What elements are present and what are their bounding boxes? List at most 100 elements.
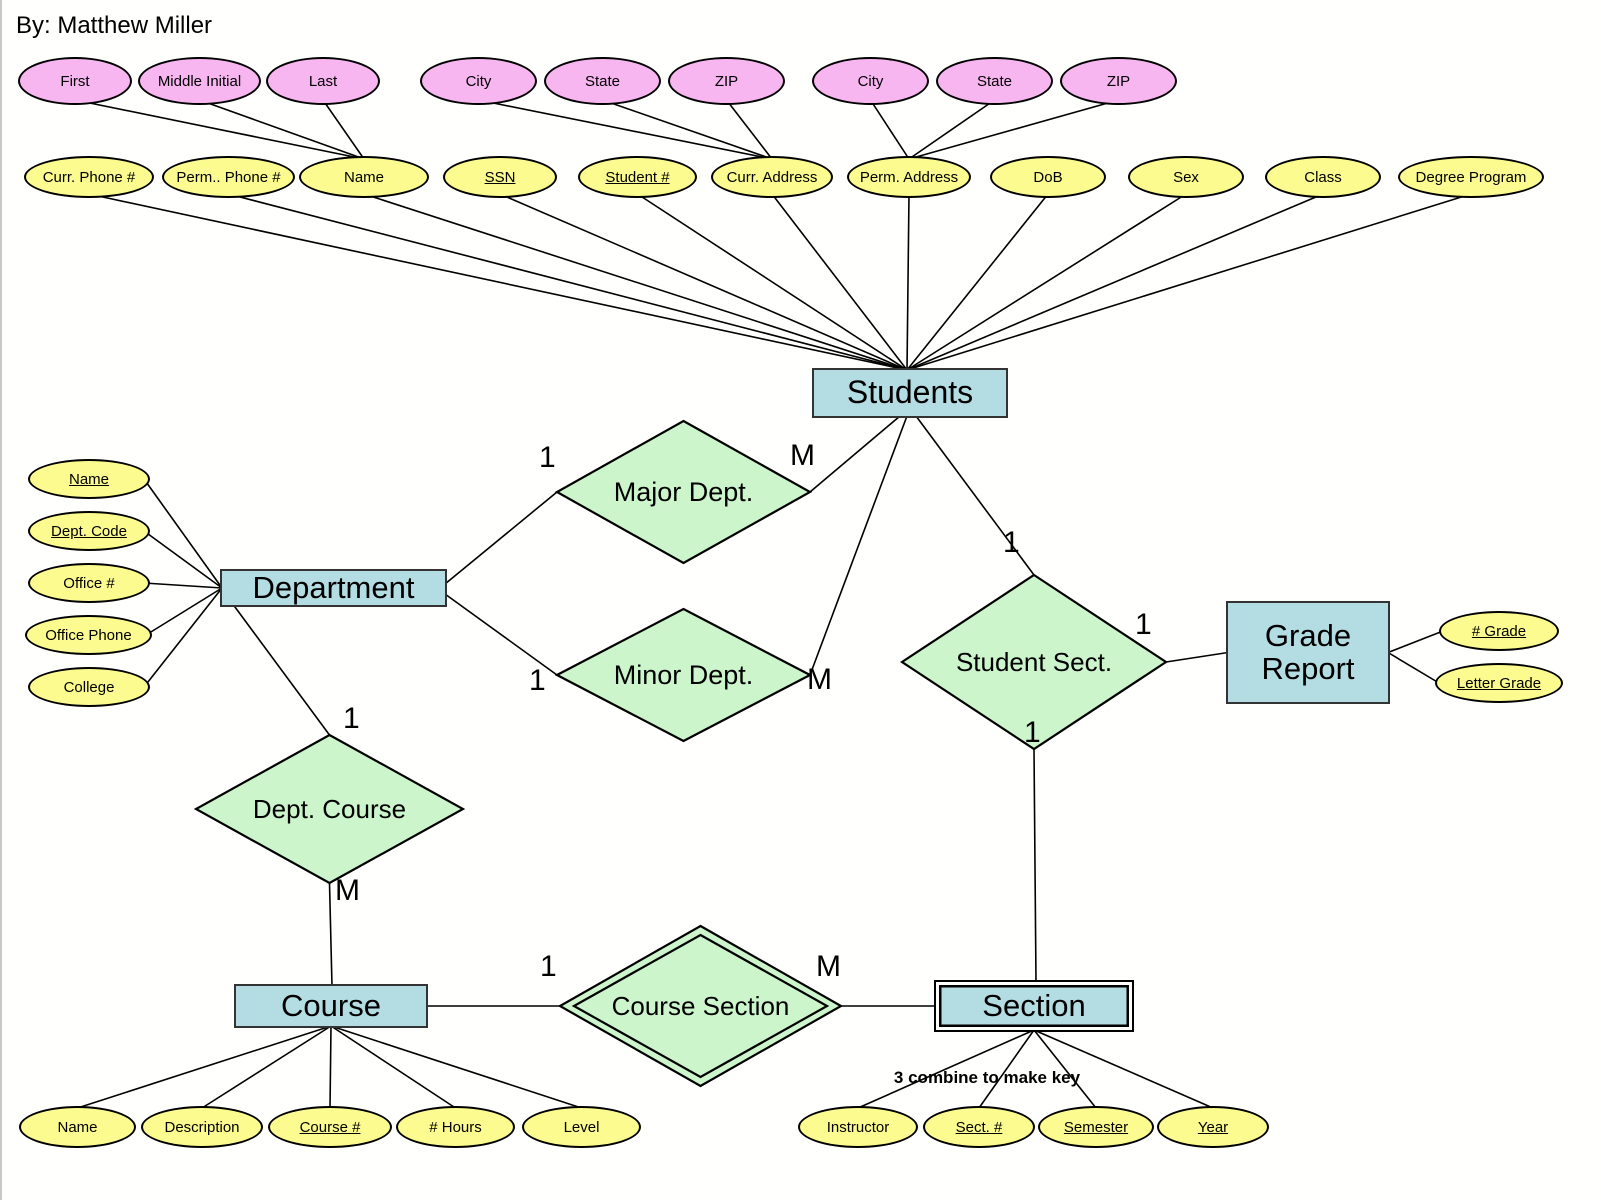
entity-course: Course [234, 984, 428, 1028]
attribute-perm-state: State [936, 57, 1053, 105]
attribute-label: ZIP [714, 72, 739, 90]
entity-label: Section [982, 987, 1086, 1023]
relationship-dept-course: Dept. Course [194, 733, 465, 885]
attribute-dept-office: Office # [28, 563, 150, 603]
cardinality-student-sect-right-one: 1 [1135, 608, 1152, 641]
cardinality-course-section-many: M [816, 950, 841, 983]
attribute-label: Instructor [826, 1118, 890, 1136]
attribute-label: SSN [484, 168, 516, 186]
attribute-label: # Hours [429, 1118, 482, 1136]
attribute-label: Office # [63, 574, 115, 592]
attribute-sect-instructor: Instructor [798, 1106, 918, 1148]
attribute-label: Sect. # [955, 1118, 1003, 1136]
entity-label: Course [281, 987, 381, 1023]
attribute-name-middle: Middle Initial [138, 57, 261, 105]
cardinality-dept-course-one: 1 [343, 702, 360, 735]
attribute-label: Level [563, 1118, 600, 1136]
cardinality-major-dept-many: M [790, 439, 815, 472]
attribute-label: Name [68, 470, 109, 488]
author-label: By: Matthew Miller [16, 12, 213, 39]
attribute-curr-city: City [420, 57, 537, 105]
attribute-label: Degree Program [1415, 168, 1527, 186]
entity-gradereport: Grade Report [1226, 601, 1390, 704]
attribute-dept-code: Dept. Code [28, 511, 150, 551]
attribute-label: Curr. Address [726, 168, 818, 186]
attribute-label: # Grade [1471, 622, 1527, 640]
entity-label: Students [846, 374, 974, 411]
cardinality-student-sect-top-one: 1 [1003, 526, 1020, 559]
attribute-label: DoB [1033, 168, 1063, 186]
attribute-label: Sex [1173, 168, 1199, 186]
attribute-label: Name [57, 1118, 98, 1136]
attribute-dob: DoB [990, 156, 1106, 198]
attribute-course-name: Name [19, 1106, 136, 1148]
attribute-label: Description [164, 1118, 240, 1136]
attribute-perm-phone: Perm.. Phone # [162, 156, 295, 198]
note-section-key-note: 3 combine to make key [893, 1068, 1081, 1087]
attribute-course-desc: Description [141, 1106, 263, 1148]
attribute-ssn: SSN [443, 156, 557, 198]
attribute-label: First [60, 72, 90, 90]
entity-section: Section [934, 980, 1134, 1032]
attribute-letter-grade: Letter Grade [1435, 663, 1563, 703]
attribute-label: Middle Initial [157, 72, 242, 90]
entity-label: Grade Report [1261, 617, 1355, 686]
attribute-curr-address: Curr. Address [711, 156, 833, 198]
attribute-perm-city: City [812, 57, 929, 105]
relationship-course-section: Course Section [558, 924, 843, 1088]
attribute-degree-program: Degree Program [1398, 156, 1544, 198]
attribute-label: Curr. Phone # [42, 168, 136, 186]
attribute-label: Class [1304, 168, 1342, 186]
cardinality-course-section-one: 1 [540, 950, 557, 983]
attribute-dept-phone: Office Phone [25, 615, 152, 655]
entity-department: Department [220, 569, 447, 607]
er-diagram-canvas: By: Matthew Miller Curr. Phone # Perm.. P… [0, 0, 1601, 1200]
cardinality-student-sect-bottom-one: 1 [1024, 716, 1041, 749]
attribute-sect-num: Sect. # [923, 1106, 1035, 1148]
attribute-name: Name [299, 156, 429, 198]
attribute-student-num: Student # [578, 156, 697, 198]
attribute-label: City [465, 72, 492, 90]
attribute-label: Office Phone [45, 626, 132, 644]
attribute-sex: Sex [1128, 156, 1244, 198]
attribute-class: Class [1265, 156, 1381, 198]
cardinality-minor-dept-many: M [807, 663, 832, 696]
attribute-label: Perm. Address [859, 168, 959, 186]
attribute-label: State [976, 72, 1013, 90]
attribute-label: Perm.. Phone # [176, 168, 281, 186]
attribute-curr-phone: Curr. Phone # [24, 156, 154, 198]
cardinality-dept-course-many: M [335, 874, 360, 907]
attribute-label: Course # [299, 1118, 361, 1136]
entity-label: Department [252, 569, 415, 605]
entity-students: Students [812, 368, 1008, 418]
attribute-course-num: Course # [268, 1106, 392, 1148]
attribute-dept-college: College [28, 667, 150, 707]
attribute-label: State [584, 72, 621, 90]
attribute-sect-year: Year [1157, 1106, 1269, 1148]
relationship-minor-dept: Minor Dept. [555, 607, 812, 743]
attribute-course-hours: # Hours [396, 1106, 515, 1148]
attribute-course-level: Level [522, 1106, 641, 1148]
attribute-perm-address: Perm. Address [847, 156, 971, 198]
attribute-dept-name: Name [28, 459, 150, 499]
attribute-label: City [857, 72, 884, 90]
attribute-label: Last [308, 72, 338, 90]
cardinality-minor-dept-one: 1 [529, 664, 546, 697]
attribute-label: Dept. Code [51, 522, 127, 540]
attribute-label: College [63, 678, 115, 696]
attribute-curr-zip: ZIP [668, 57, 785, 105]
attribute-name-first: First [18, 57, 132, 105]
cardinality-major-dept-one: 1 [539, 441, 556, 474]
attribute-name-last: Last [266, 57, 380, 105]
attribute-label: Student # [605, 168, 670, 186]
attribute-label: Year [1197, 1118, 1229, 1136]
attribute-label: Semester [1063, 1118, 1129, 1136]
attribute-label: Name [343, 168, 384, 186]
relationship-major-dept: Major Dept. [555, 419, 812, 565]
attribute-perm-zip: ZIP [1060, 57, 1177, 105]
attribute-sect-semester: Semester [1038, 1106, 1154, 1148]
attribute-label: ZIP [1106, 72, 1131, 90]
attribute-curr-state: State [544, 57, 661, 105]
attribute-label: Letter Grade [1456, 674, 1542, 692]
attribute-num-grade: # Grade [1439, 611, 1559, 651]
